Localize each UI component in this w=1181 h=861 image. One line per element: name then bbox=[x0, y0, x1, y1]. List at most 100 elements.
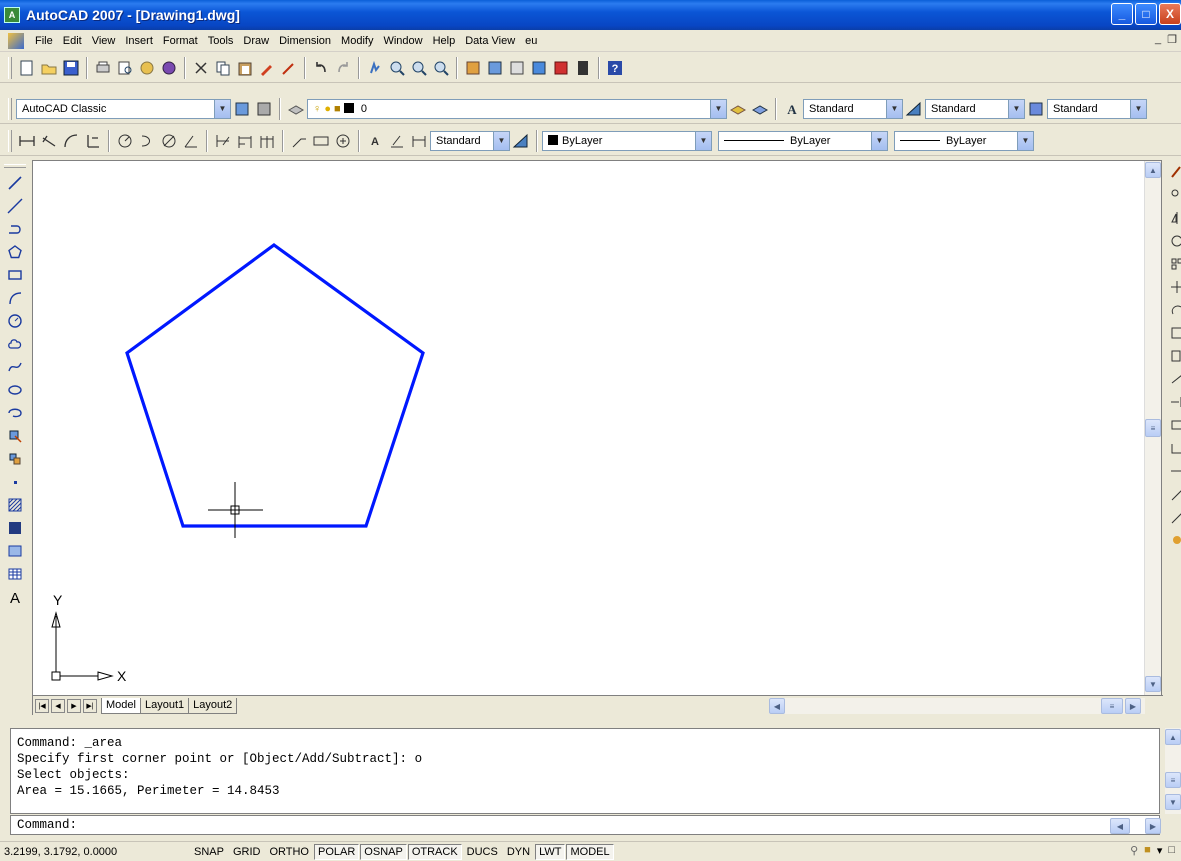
jogged-dimension-icon[interactable] bbox=[136, 130, 158, 152]
sun-icon[interactable]: ● bbox=[324, 103, 331, 115]
menu-dimension[interactable]: Dimension bbox=[274, 30, 336, 52]
toolbar-grip[interactable] bbox=[4, 164, 26, 168]
menu-insert[interactable]: Insert bbox=[120, 30, 158, 52]
layer-previous-icon[interactable] bbox=[749, 98, 771, 120]
make-layer-current-icon[interactable] bbox=[727, 98, 749, 120]
tab-layout1[interactable]: Layout1 bbox=[139, 697, 190, 714]
revision-cloud-icon[interactable] bbox=[3, 333, 27, 355]
make-block-icon[interactable] bbox=[3, 448, 27, 470]
quick-dimension-icon[interactable] bbox=[212, 130, 234, 152]
zoom-previous-icon[interactable] bbox=[430, 57, 452, 79]
last-tab-icon[interactable]: ▶| bbox=[83, 698, 97, 713]
document-icon[interactable] bbox=[8, 32, 24, 49]
model-space-canvas[interactable]: Y X bbox=[33, 161, 1145, 695]
baseline-dimension-icon[interactable] bbox=[234, 130, 256, 152]
communication-center-icon[interactable]: ⚲ bbox=[1130, 844, 1138, 857]
markup-icon[interactable] bbox=[550, 57, 572, 79]
lineweight-dropdown[interactable]: ByLayer ▼ bbox=[894, 130, 1034, 151]
scale-icon[interactable] bbox=[1165, 322, 1181, 344]
chevron-down-icon[interactable]: ▼ bbox=[871, 131, 887, 150]
prev-tab-icon[interactable]: ◀ bbox=[51, 698, 65, 713]
menu-eu[interactable]: eu bbox=[520, 30, 542, 52]
publish-icon[interactable] bbox=[136, 57, 158, 79]
new-icon[interactable] bbox=[16, 57, 38, 79]
color-dropdown[interactable]: ByLayer ▼ bbox=[542, 130, 712, 151]
scroll-up-icon[interactable]: ▲ bbox=[1145, 162, 1161, 178]
status-toggle-ortho[interactable]: ORTHO bbox=[265, 844, 313, 860]
clean-screen-icon[interactable]: □ bbox=[1168, 844, 1175, 857]
status-toggle-lwt[interactable]: LWT bbox=[535, 843, 566, 860]
status-menu-icon[interactable]: ▾ bbox=[1157, 844, 1163, 857]
dimension-style-manager-icon[interactable] bbox=[510, 130, 532, 152]
linear-dimension-icon[interactable] bbox=[16, 130, 38, 152]
text-style-dropdown[interactable]: Standard ▼ bbox=[803, 98, 903, 119]
hscroll-thumb[interactable]: ≡ bbox=[1101, 698, 1123, 714]
dimension-update-icon[interactable] bbox=[408, 130, 430, 152]
lock-toolbar-icon[interactable]: ■ bbox=[1144, 844, 1151, 857]
ordinate-dimension-icon[interactable] bbox=[82, 130, 104, 152]
angular-dimension-icon[interactable] bbox=[180, 130, 202, 152]
etransmit-icon[interactable] bbox=[158, 57, 180, 79]
calculator-icon[interactable] bbox=[572, 57, 594, 79]
toolbar-grip[interactable] bbox=[8, 129, 12, 152]
open-icon[interactable] bbox=[38, 57, 60, 79]
spline-icon[interactable] bbox=[3, 356, 27, 378]
tab-model[interactable]: Model bbox=[101, 697, 141, 714]
undo-icon[interactable] bbox=[310, 57, 332, 79]
mirror-icon[interactable] bbox=[1165, 207, 1181, 229]
coordinate-readout[interactable]: 3.2199, 3.1792, 0.0000 bbox=[0, 846, 190, 858]
menu-format[interactable]: Format bbox=[158, 30, 203, 52]
scroll-left-icon[interactable]: ◀ bbox=[1110, 818, 1130, 834]
help-icon[interactable]: ? bbox=[604, 57, 626, 79]
status-toggle-snap[interactable]: SNAP bbox=[190, 844, 228, 860]
design-center-icon[interactable] bbox=[484, 57, 506, 79]
linetype-dropdown[interactable]: ByLayer ▼ bbox=[718, 130, 888, 151]
menu-draw[interactable]: Draw bbox=[238, 30, 274, 52]
dimension-style-icon[interactable] bbox=[903, 98, 925, 120]
status-toggle-otrack[interactable]: OTRACK bbox=[407, 843, 462, 860]
dimension-edit-icon[interactable]: A bbox=[364, 130, 386, 152]
save-icon[interactable] bbox=[60, 57, 82, 79]
tab-layout2[interactable]: Layout2 bbox=[188, 697, 238, 714]
insert-block-icon[interactable] bbox=[3, 425, 27, 447]
menu-modify[interactable]: Modify bbox=[336, 30, 378, 52]
paste-icon[interactable] bbox=[234, 57, 256, 79]
maximize-button[interactable]: □ bbox=[1135, 3, 1157, 25]
quick-leader-icon[interactable] bbox=[288, 130, 310, 152]
mdi-minimize-icon[interactable]: _ bbox=[1155, 33, 1161, 46]
arc-length-icon[interactable] bbox=[60, 130, 82, 152]
scroll-left-icon[interactable]: ◀ bbox=[769, 698, 785, 714]
scroll-down-icon[interactable]: ▼ bbox=[1145, 676, 1161, 692]
stretch-icon[interactable] bbox=[1165, 345, 1181, 367]
lock-icon[interactable]: ■ bbox=[334, 103, 341, 115]
zoom-window-icon[interactable] bbox=[408, 57, 430, 79]
chevron-down-icon[interactable]: ▼ bbox=[493, 131, 509, 150]
command-input[interactable]: Command: bbox=[10, 815, 1160, 835]
toolbar-grip[interactable] bbox=[8, 97, 12, 120]
table-style-dropdown[interactable]: Standard ▼ bbox=[1047, 98, 1147, 119]
chevron-down-icon[interactable]: ▼ bbox=[1130, 99, 1146, 118]
copy-icon[interactable] bbox=[212, 57, 234, 79]
tool-palettes-icon[interactable] bbox=[506, 57, 528, 79]
pentagon-shape[interactable] bbox=[125, 243, 425, 528]
close-button[interactable]: X bbox=[1159, 3, 1181, 25]
extend-icon[interactable] bbox=[1165, 391, 1181, 413]
aligned-dimension-icon[interactable] bbox=[38, 130, 60, 152]
ellipse-icon[interactable] bbox=[3, 379, 27, 401]
diameter-dimension-icon[interactable] bbox=[158, 130, 180, 152]
properties-icon[interactable] bbox=[462, 57, 484, 79]
polygon-icon[interactable] bbox=[3, 241, 27, 263]
center-mark-icon[interactable] bbox=[332, 130, 354, 152]
rectangle-icon[interactable] bbox=[3, 264, 27, 286]
workspace-dropdown[interactable]: AutoCAD Classic ▼ bbox=[16, 98, 231, 119]
construction-line-icon[interactable] bbox=[3, 195, 27, 217]
join-icon[interactable] bbox=[1165, 437, 1181, 459]
toolbar-grip[interactable] bbox=[8, 56, 12, 79]
erase-icon[interactable] bbox=[1165, 161, 1181, 183]
drawing-area[interactable]: Y X ▲ ≡ ▼ |◀ ◀ ▶ ▶| Model Layout1 Layout… bbox=[32, 160, 1163, 715]
status-toggle-polar[interactable]: POLAR bbox=[314, 843, 360, 860]
circle-icon[interactable] bbox=[3, 310, 27, 332]
scroll-thumb[interactable]: ≡ bbox=[1145, 419, 1161, 437]
scroll-right-icon[interactable]: ▶ bbox=[1125, 698, 1141, 714]
fillet-icon[interactable] bbox=[1165, 483, 1181, 505]
